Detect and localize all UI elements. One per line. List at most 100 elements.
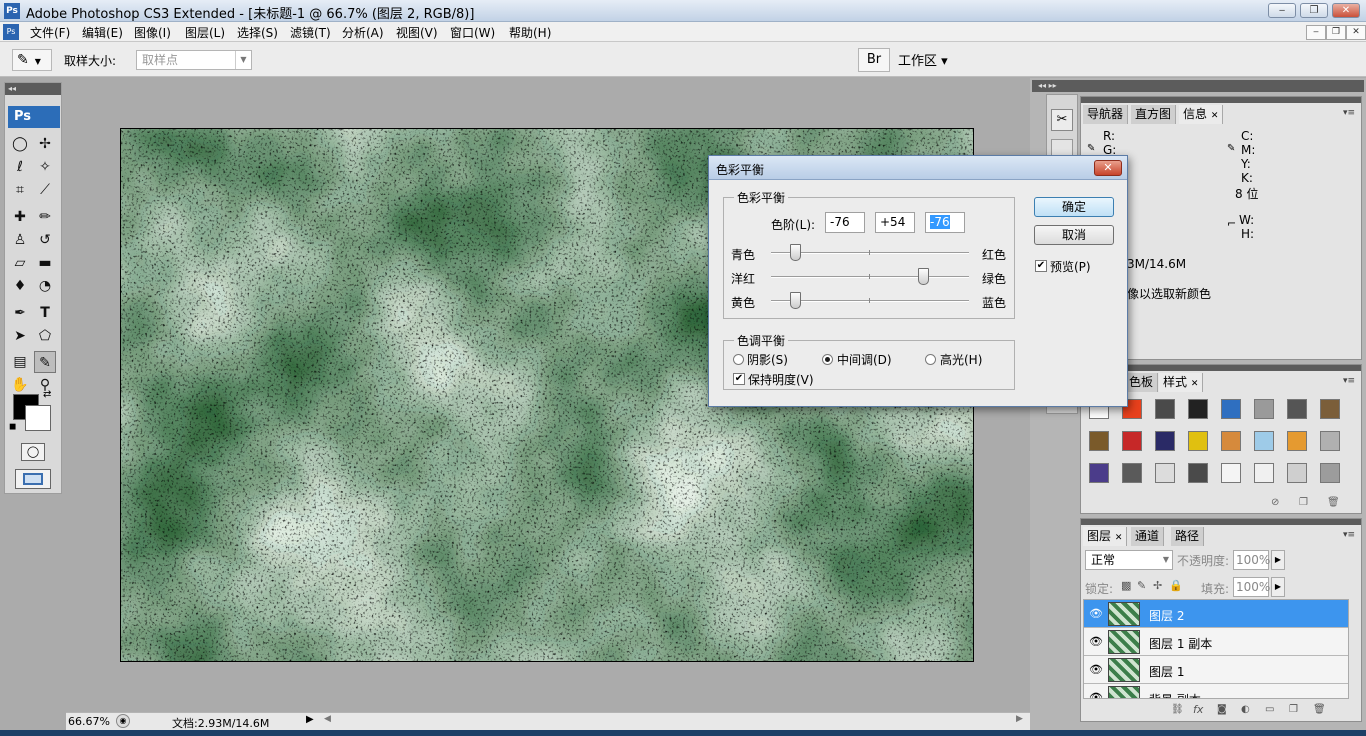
adjustment-layer-icon[interactable]: ◐ (1241, 704, 1250, 715)
magenta-green-slider-handle[interactable] (918, 268, 929, 285)
style-swatch[interactable] (1254, 431, 1274, 451)
tab-info[interactable]: 信息 ✕ (1179, 105, 1224, 124)
restore-window-button[interactable]: ❐ (1300, 3, 1328, 18)
tab-paths[interactable]: 路径 (1171, 527, 1205, 546)
menu-window[interactable]: 窗口(W) (450, 24, 495, 41)
tab-navigator[interactable]: 导航器 (1083, 105, 1129, 124)
menu-filter[interactable]: 滤镜(T) (290, 24, 331, 41)
swap-colors-icon[interactable]: ⇄ (43, 389, 51, 400)
midtones-label[interactable]: 中间调(D) (837, 351, 892, 368)
new-layer-icon[interactable]: ❐ (1289, 704, 1298, 715)
menu-help[interactable]: 帮助(H) (509, 24, 551, 41)
shadows-label[interactable]: 阴影(S) (747, 351, 788, 368)
panel-grip[interactable] (1081, 97, 1361, 103)
layer-style-icon[interactable]: fx (1193, 703, 1203, 716)
menu-layer[interactable]: 图层(L) (185, 24, 225, 41)
style-swatch[interactable] (1221, 399, 1241, 419)
toolbox-header[interactable]: ◂◂ (5, 83, 61, 95)
lock-pixels-icon[interactable]: ✎ (1137, 579, 1146, 592)
panel-menu-icon[interactable]: ▾≡ (1343, 108, 1355, 118)
close-window-button[interactable]: ✕ (1332, 3, 1360, 18)
history-brush-icon[interactable]: ↺ (34, 229, 56, 251)
style-swatch[interactable] (1188, 431, 1208, 451)
dialog-title-bar[interactable]: 色彩平衡 ✕ (709, 156, 1127, 180)
highlights-label[interactable]: 高光(H) (940, 351, 982, 368)
cyan-red-slider-handle[interactable] (790, 244, 801, 261)
highlights-radio[interactable] (925, 354, 936, 365)
tab-histogram[interactable]: 直方图 (1131, 105, 1177, 124)
style-swatch[interactable] (1188, 463, 1208, 483)
no-style-icon[interactable]: ⊘ (1271, 497, 1279, 508)
close-tab-icon[interactable]: ✕ (1115, 533, 1123, 543)
tab-channels[interactable]: 通道 (1131, 527, 1165, 546)
dock-header[interactable]: ◂◂ ▸▸ (1032, 80, 1364, 92)
style-swatch[interactable] (1287, 431, 1307, 451)
gradient-icon[interactable]: ▬ (34, 252, 56, 274)
opacity-input[interactable]: 100% (1233, 550, 1270, 570)
style-swatch[interactable] (1089, 431, 1109, 451)
delete-style-icon[interactable]: 🗑 (1327, 497, 1340, 508)
tool-presets-icon[interactable]: ✂ (1051, 109, 1073, 131)
pen-icon[interactable]: ✒ (9, 302, 31, 324)
panel-grip[interactable] (1081, 519, 1361, 525)
healing-icon[interactable]: ✚ (9, 206, 31, 228)
style-swatch[interactable] (1089, 463, 1109, 483)
menu-image[interactable]: 图像(I) (134, 24, 171, 41)
yellow-blue-level-input[interactable]: -76 (925, 212, 965, 233)
crop-icon[interactable]: ⌗ (9, 179, 31, 201)
menu-view[interactable]: 视图(V) (396, 24, 438, 41)
yellow-blue-slider[interactable] (771, 292, 969, 309)
magic-wand-icon[interactable]: ✧ (34, 156, 56, 178)
ok-button[interactable]: 确定 (1034, 197, 1114, 217)
layer-row[interactable]: 👁 图层 1 副本 (1084, 628, 1348, 656)
brush-icon[interactable]: ✏ (34, 206, 56, 228)
style-swatch[interactable] (1287, 463, 1307, 483)
style-swatch[interactable] (1320, 399, 1340, 419)
fill-slider-toggle-icon[interactable]: ▶ (1271, 577, 1285, 597)
menu-select[interactable]: 选择(S) (237, 24, 278, 41)
style-swatch[interactable] (1221, 463, 1241, 483)
layer-row[interactable]: 👁 图层 1 (1084, 656, 1348, 684)
layer-row[interactable]: 👁 图层 2 (1084, 600, 1348, 628)
panel-menu-icon[interactable]: ▾≡ (1343, 530, 1355, 540)
style-swatch[interactable] (1221, 431, 1241, 451)
menu-analysis[interactable]: 分析(A) (342, 24, 384, 41)
tool-preset-picker[interactable]: ✎ ▼ (12, 49, 52, 71)
marquee-icon[interactable]: ◯ (9, 133, 31, 155)
style-swatch[interactable] (1287, 399, 1307, 419)
cyan-red-level-input[interactable]: -76 (825, 212, 865, 233)
menu-file[interactable]: 文件(F) (30, 24, 70, 41)
visibility-eye-icon[interactable]: 👁 (1089, 663, 1103, 676)
blur-icon[interactable]: ♦ (9, 275, 31, 297)
doc-close-button[interactable]: ✕ (1346, 25, 1366, 40)
screen-mode-button[interactable] (15, 469, 51, 489)
preview-label[interactable]: 预览(P) (1050, 258, 1091, 275)
notes-icon[interactable]: ▤ (9, 351, 31, 373)
background-color-swatch[interactable] (25, 405, 51, 431)
cyan-red-slider[interactable] (771, 244, 969, 261)
style-swatch[interactable] (1155, 399, 1175, 419)
yellow-blue-slider-handle[interactable] (790, 292, 801, 309)
workspace-menu-button[interactable]: 工作区 ▾ (898, 50, 948, 69)
preserve-luminosity-label[interactable]: 保持明度(V) (748, 371, 814, 388)
shadows-radio[interactable] (733, 354, 744, 365)
eraser-icon[interactable]: ▱ (9, 252, 31, 274)
magenta-green-slider[interactable] (771, 268, 969, 285)
style-swatch[interactable] (1155, 431, 1175, 451)
opacity-slider-toggle-icon[interactable]: ▶ (1271, 550, 1285, 570)
lock-transparency-icon[interactable]: ▩ (1121, 579, 1131, 592)
add-mask-icon[interactable]: ◙ (1217, 704, 1227, 715)
slice-icon[interactable]: ⟋ (34, 179, 56, 201)
lasso-icon[interactable]: ℓ (9, 156, 31, 178)
new-style-icon[interactable]: ❐ (1299, 497, 1308, 508)
minimize-window-button[interactable]: ‒ (1268, 3, 1296, 18)
style-swatch[interactable] (1320, 431, 1340, 451)
cancel-button[interactable]: 取消 (1034, 225, 1114, 245)
doc-restore-button[interactable]: ❐ (1326, 25, 1346, 40)
close-tab-icon[interactable]: ✕ (1211, 111, 1219, 121)
zoom-level[interactable]: 66.67% (68, 715, 110, 728)
style-swatch[interactable] (1122, 463, 1142, 483)
style-swatch[interactable] (1320, 463, 1340, 483)
status-menu-arrow-icon[interactable]: ▶ (306, 714, 314, 725)
menu-edit[interactable]: 编辑(E) (82, 24, 123, 41)
